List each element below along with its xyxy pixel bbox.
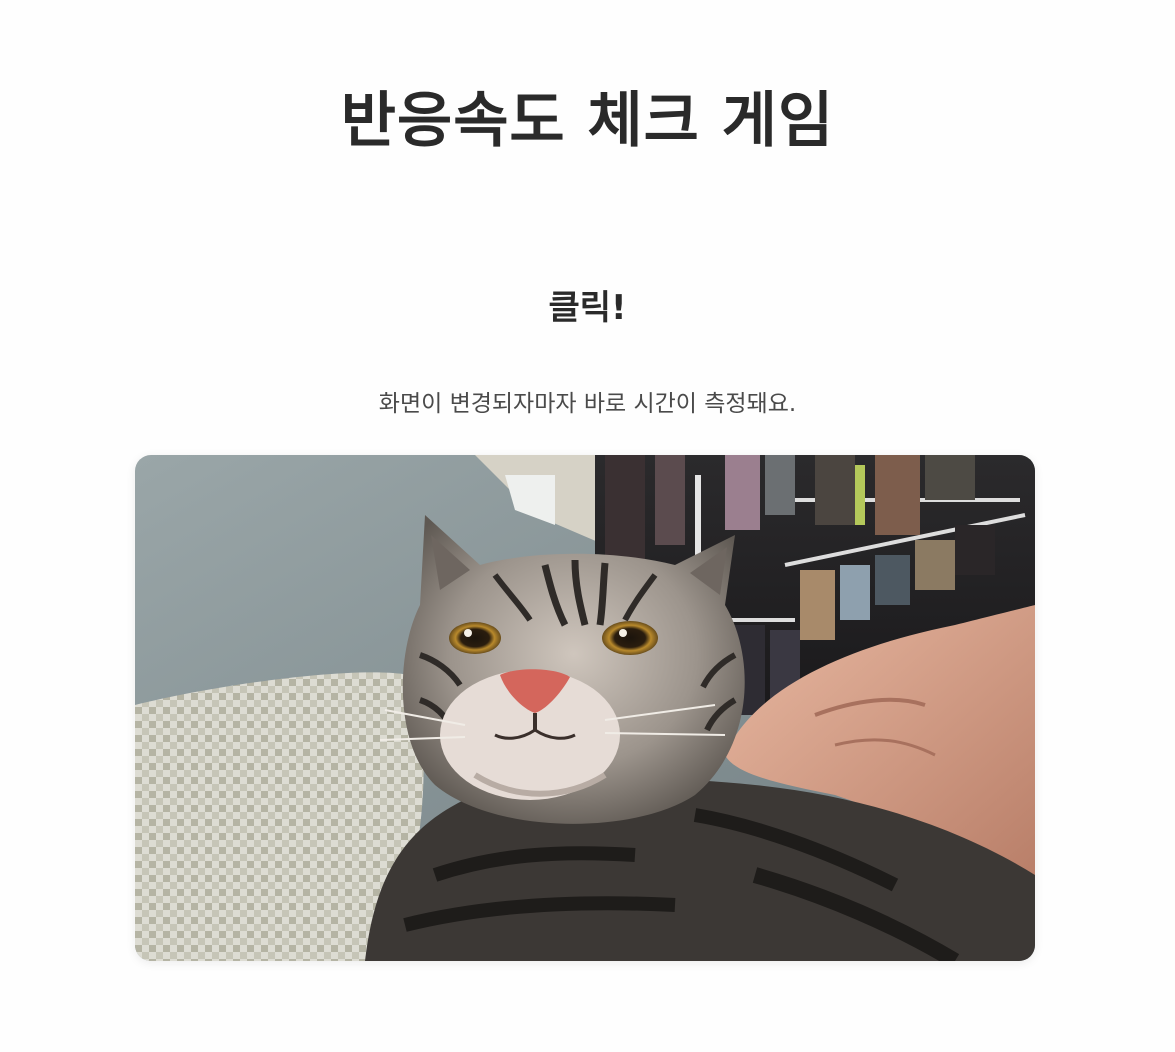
cat-photo — [135, 455, 1035, 961]
page-title: 반응속도 체크 게임 — [340, 86, 835, 156]
reaction-click-area[interactable] — [135, 455, 1035, 961]
click-prompt: 클릭! — [548, 288, 627, 328]
instruction-text: 화면이 변경되자마자 바로 시간이 측정돼요. — [378, 391, 797, 417]
